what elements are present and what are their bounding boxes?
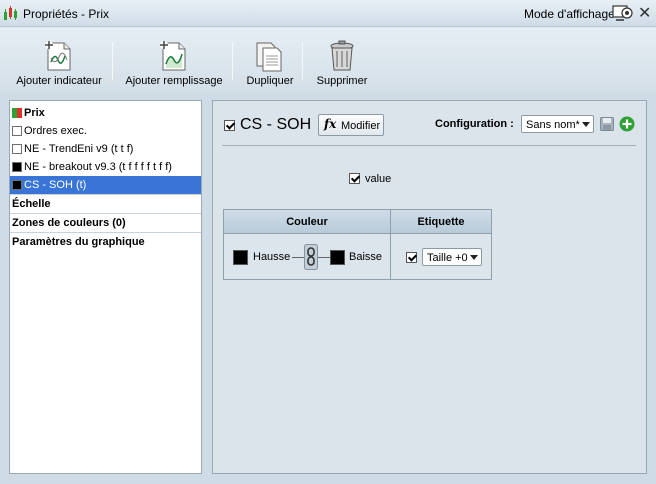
list-item-label: NE - breakout v9.3 (t f f f f t f f) xyxy=(24,161,172,173)
list-item-cs-soh[interactable]: CS - SOH (t) xyxy=(10,176,201,194)
modify-button[interactable]: fx Modifier xyxy=(318,114,384,136)
add-fill-label: Ajouter remplissage xyxy=(125,75,223,87)
list-item-ordres[interactable]: Ordres exec. xyxy=(10,122,201,140)
configuration-select[interactable]: Sans nom* xyxy=(521,115,594,133)
configuration-value: Sans nom* xyxy=(526,119,580,131)
section-zones-couleurs[interactable]: Zones de couleurs (0) xyxy=(10,213,201,232)
toolbar-divider xyxy=(232,42,233,80)
chart-icon xyxy=(4,6,17,20)
section-echelle[interactable]: Échelle xyxy=(10,194,201,213)
indicator-visible-checkbox[interactable] xyxy=(224,120,235,131)
delete-label: Supprimer xyxy=(316,75,368,87)
list-item-label: NE - TrendEni v9 (t t f) xyxy=(24,143,134,155)
save-icon[interactable] xyxy=(600,117,614,131)
link-icon[interactable] xyxy=(304,244,318,270)
chevron-down-icon xyxy=(470,255,478,260)
add-indicator-label: Ajouter indicateur xyxy=(16,75,102,87)
up-color-swatch[interactable] xyxy=(233,250,248,265)
column-header-label: Etiquette xyxy=(391,210,491,234)
size-select[interactable]: Taille +0 xyxy=(422,248,482,266)
down-label: Baisse xyxy=(349,251,383,263)
configuration-label: Configuration : xyxy=(435,118,514,130)
settings-panel xyxy=(212,100,647,474)
duplicate-icon xyxy=(256,42,282,72)
value-checkbox[interactable] xyxy=(349,173,360,184)
down-color-swatch[interactable] xyxy=(330,250,345,265)
divider xyxy=(222,145,636,146)
function-icon: fx xyxy=(324,117,337,131)
list-item-label: CS - SOH (t) xyxy=(24,179,87,191)
add-indicator-icon xyxy=(45,41,71,71)
color-swatch xyxy=(12,180,22,190)
column-header-color: Couleur xyxy=(224,210,390,234)
toolbar-divider xyxy=(112,42,113,80)
list-item-breakout[interactable]: NE - breakout v9.3 (t f f f f t f f) xyxy=(10,158,201,176)
link-line xyxy=(292,257,304,258)
add-icon[interactable] xyxy=(619,116,635,132)
up-label: Hausse xyxy=(253,251,291,263)
modify-label: Modifier xyxy=(341,120,381,132)
close-icon[interactable]: ✕ xyxy=(638,5,651,21)
color-swatch xyxy=(12,162,22,172)
duplicate-label: Dupliquer xyxy=(246,75,294,87)
price-icon xyxy=(12,108,22,118)
toolbar-divider xyxy=(302,42,303,80)
add-fill-icon xyxy=(160,41,186,71)
chevron-down-icon xyxy=(582,122,590,127)
add-indicator-button[interactable]: Ajouter indicateur xyxy=(14,28,104,92)
list-item-label: Prix xyxy=(24,107,45,119)
column-divider xyxy=(390,210,391,279)
indicator-name: CS - SOH xyxy=(240,116,312,133)
display-mode-label[interactable]: Mode d'affichage xyxy=(524,7,615,21)
window-title: Propriétés - Prix xyxy=(23,7,110,21)
value-label: value xyxy=(365,173,392,185)
trash-icon xyxy=(330,40,354,71)
size-value: Taille +0 xyxy=(427,252,468,264)
element-list: Prix Ordres exec. NE - TrendEni v9 (t t … xyxy=(9,100,202,474)
list-item-trendeni[interactable]: NE - TrendEni v9 (t t f) xyxy=(10,140,201,158)
section-parametres-graphique[interactable]: Paramètres du graphique xyxy=(10,232,201,251)
toolbar: Ajouter indicateur Ajouter remplissage D… xyxy=(0,28,656,92)
delete-button[interactable]: Supprimer xyxy=(312,28,372,92)
add-fill-button[interactable]: Ajouter remplissage xyxy=(124,28,224,92)
style-table: Couleur Etiquette xyxy=(223,209,492,280)
link-line xyxy=(318,257,330,258)
color-swatch xyxy=(12,126,22,136)
label-checkbox[interactable] xyxy=(406,252,417,263)
duplicate-button[interactable]: Dupliquer xyxy=(240,28,300,92)
mode-display-icon[interactable] xyxy=(612,4,634,22)
title-bar: Propriétés - Prix Mode d'affichage ✕ xyxy=(0,0,656,27)
list-item-label: Ordres exec. xyxy=(24,125,87,137)
list-item-prix[interactable]: Prix xyxy=(10,104,201,122)
color-swatch xyxy=(12,144,22,154)
